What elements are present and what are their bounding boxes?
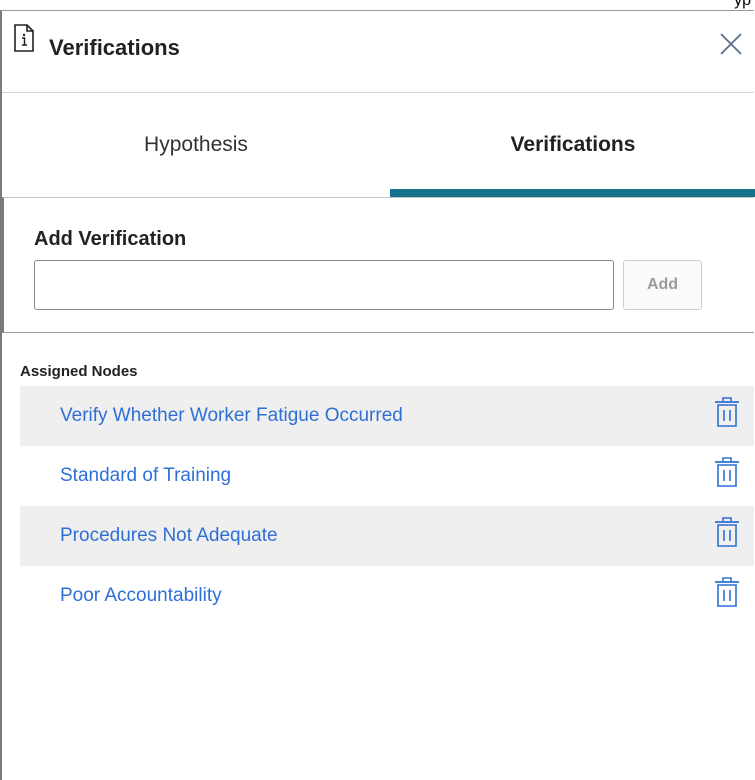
add-button[interactable]: Add: [623, 260, 702, 310]
background-text-fragment: yp: [734, 0, 751, 9]
node-link[interactable]: Poor Accountability: [60, 585, 222, 607]
node-link[interactable]: Procedures Not Adequate: [60, 525, 278, 547]
list-item: Poor Accountability: [20, 566, 754, 626]
add-verification-label: Add Verification: [34, 228, 187, 250]
trash-icon[interactable]: [714, 456, 740, 488]
add-verification-section: Add Verification Add: [2, 197, 754, 333]
assigned-nodes-label: Assigned Nodes: [20, 363, 138, 380]
panel-header: Verifications: [2, 11, 754, 93]
document-info-icon: [14, 24, 34, 52]
list-item: Standard of Training: [20, 446, 754, 506]
close-icon[interactable]: [718, 31, 744, 57]
tab-hypothesis[interactable]: Hypothesis: [2, 93, 390, 197]
trash-icon[interactable]: [714, 576, 740, 608]
assigned-nodes-list: Verify Whether Worker Fatigue Occurred S…: [20, 386, 754, 626]
trash-icon[interactable]: [714, 396, 740, 428]
node-link[interactable]: Standard of Training: [60, 465, 231, 487]
list-item: Verify Whether Worker Fatigue Occurred: [20, 386, 754, 446]
node-link[interactable]: Verify Whether Worker Fatigue Occurred: [60, 405, 403, 427]
list-item: Procedures Not Adequate: [20, 506, 754, 566]
add-verification-input[interactable]: [34, 260, 614, 310]
tab-bar: Hypothesis Verifications: [2, 93, 755, 197]
trash-icon[interactable]: [714, 516, 740, 548]
active-tab-indicator: [390, 189, 755, 197]
tab-verifications[interactable]: Verifications: [390, 93, 755, 197]
panel-title: Verifications: [49, 35, 180, 60]
